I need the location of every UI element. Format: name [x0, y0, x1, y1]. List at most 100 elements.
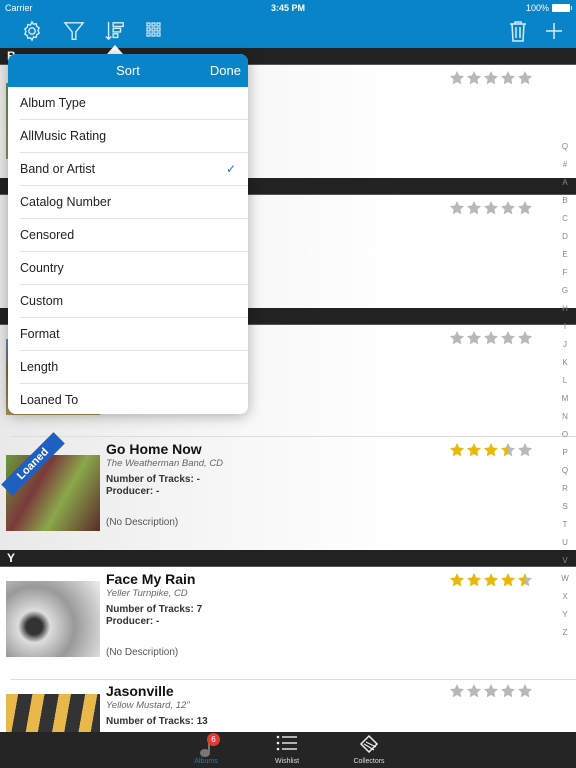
index-letter[interactable]: Y — [556, 606, 574, 624]
index-letter[interactable]: K — [556, 354, 574, 372]
done-button[interactable]: Done — [210, 63, 241, 78]
star-icon[interactable] — [449, 442, 465, 457]
tab-wishlist[interactable]: Wishlist — [252, 732, 322, 768]
section-index[interactable]: Q # A B C D E F G H I J K L M N O P Q R S T U V W X Y Z — [556, 138, 574, 642]
star-icon[interactable] — [449, 70, 465, 85]
album-row[interactable]: Face My Rain Yeller Turnpike, CD Number … — [0, 567, 576, 680]
sort-option-label: Custom — [20, 294, 64, 308]
index-letter[interactable]: R — [556, 480, 574, 498]
index-letter[interactable]: P — [556, 444, 574, 462]
index-letter[interactable]: V — [556, 552, 574, 570]
rating-stars[interactable] — [449, 330, 533, 345]
star-icon[interactable] — [500, 330, 516, 345]
filter-button[interactable] — [60, 18, 88, 44]
rating-stars[interactable] — [449, 70, 533, 85]
star-icon[interactable] — [449, 200, 465, 215]
index-letter[interactable]: C — [556, 210, 574, 228]
tab-bar: 6 Albums Wishlist Collectors — [0, 732, 576, 768]
star-icon[interactable] — [500, 70, 516, 85]
star-icon[interactable] — [466, 200, 482, 215]
star-icon[interactable] — [466, 442, 482, 457]
index-letter[interactable]: N — [556, 408, 574, 426]
star-icon[interactable] — [500, 200, 516, 215]
battery-icon — [552, 4, 572, 12]
star-icon[interactable] — [483, 572, 499, 587]
star-icon[interactable] — [500, 442, 516, 457]
tab-label: Collectors — [353, 758, 385, 765]
index-letter[interactable]: T — [556, 516, 574, 534]
index-letter[interactable]: M — [556, 390, 574, 408]
index-letter[interactable]: O — [556, 426, 574, 444]
index-letter[interactable]: B — [556, 192, 574, 210]
index-letter[interactable]: H — [556, 300, 574, 318]
sort-option[interactable]: Loaned To — [20, 384, 248, 414]
delete-button[interactable] — [504, 18, 532, 44]
index-letter[interactable]: F — [556, 264, 574, 282]
star-icon[interactable] — [483, 70, 499, 85]
star-icon[interactable] — [483, 200, 499, 215]
index-letter[interactable]: E — [556, 246, 574, 264]
navigation-bar: Carrier 3:45 PM 100% — [0, 0, 576, 48]
sort-option[interactable]: Band or Artist ✓ — [20, 153, 248, 186]
star-icon[interactable] — [466, 572, 482, 587]
view-grid-button[interactable] — [141, 18, 169, 44]
index-letter[interactable]: # — [556, 156, 574, 174]
sort-option[interactable]: Catalog Number — [20, 186, 248, 219]
album-track-count: Number of Tracks: 13 — [106, 716, 208, 727]
star-icon[interactable] — [517, 200, 533, 215]
star-icon[interactable] — [483, 683, 499, 698]
star-icon[interactable] — [517, 572, 533, 587]
star-icon[interactable] — [500, 572, 516, 587]
sort-option[interactable]: Format — [20, 318, 248, 351]
index-letter[interactable]: Q — [556, 462, 574, 480]
index-letter[interactable]: J — [556, 336, 574, 354]
rating-stars[interactable] — [449, 572, 533, 587]
index-letter[interactable]: S — [556, 498, 574, 516]
star-icon[interactable] — [483, 330, 499, 345]
album-artist-format: Yellow Mustard, 12" — [106, 700, 190, 711]
battery-percent: 100% — [525, 3, 549, 13]
index-letter[interactable]: D — [556, 228, 574, 246]
plus-icon — [546, 23, 562, 39]
index-letter[interactable]: L — [556, 372, 574, 390]
star-icon[interactable] — [449, 683, 465, 698]
rating-stars[interactable] — [449, 442, 533, 457]
album-row[interactable]: Jasonville Yellow Mustard, 12" Number of… — [0, 680, 576, 732]
star-icon[interactable] — [500, 683, 516, 698]
star-icon[interactable] — [483, 442, 499, 457]
sort-option[interactable]: Custom — [20, 285, 248, 318]
star-icon[interactable] — [466, 70, 482, 85]
tab-collectors[interactable]: Collectors — [334, 732, 404, 768]
add-button[interactable] — [540, 18, 568, 44]
index-search-icon[interactable]: Q — [556, 138, 574, 156]
star-icon[interactable] — [449, 330, 465, 345]
sort-option[interactable]: Length — [20, 351, 248, 384]
tab-albums[interactable]: 6 Albums — [171, 732, 241, 768]
rating-stars[interactable] — [449, 683, 533, 698]
star-icon[interactable] — [517, 683, 533, 698]
index-letter[interactable]: I — [556, 318, 574, 336]
album-row[interactable]: Loaned Go Home Now The Weatherman Band, … — [0, 432, 576, 550]
sort-option-label: Album Type — [20, 96, 86, 110]
sort-option[interactable]: Country — [20, 252, 248, 285]
album-title: Jasonville — [106, 683, 174, 699]
sort-option[interactable]: Censored — [20, 219, 248, 252]
settings-button[interactable] — [18, 18, 46, 44]
rating-stars[interactable] — [449, 200, 533, 215]
star-icon[interactable] — [449, 572, 465, 587]
star-icon[interactable] — [466, 330, 482, 345]
star-icon[interactable] — [517, 330, 533, 345]
sort-option[interactable]: AllMusic Rating — [20, 120, 248, 153]
sort-option[interactable]: Album Type — [20, 87, 248, 120]
star-icon[interactable] — [466, 683, 482, 698]
index-letter[interactable]: A — [556, 174, 574, 192]
sort-button[interactable] — [101, 18, 129, 44]
index-letter[interactable]: W — [556, 570, 574, 588]
index-letter[interactable]: U — [556, 534, 574, 552]
index-letter[interactable]: X — [556, 588, 574, 606]
album-producer: Producer: - — [106, 486, 160, 497]
index-letter[interactable]: G — [556, 282, 574, 300]
index-letter[interactable]: Z — [556, 624, 574, 642]
star-icon[interactable] — [517, 70, 533, 85]
star-icon[interactable] — [517, 442, 533, 457]
